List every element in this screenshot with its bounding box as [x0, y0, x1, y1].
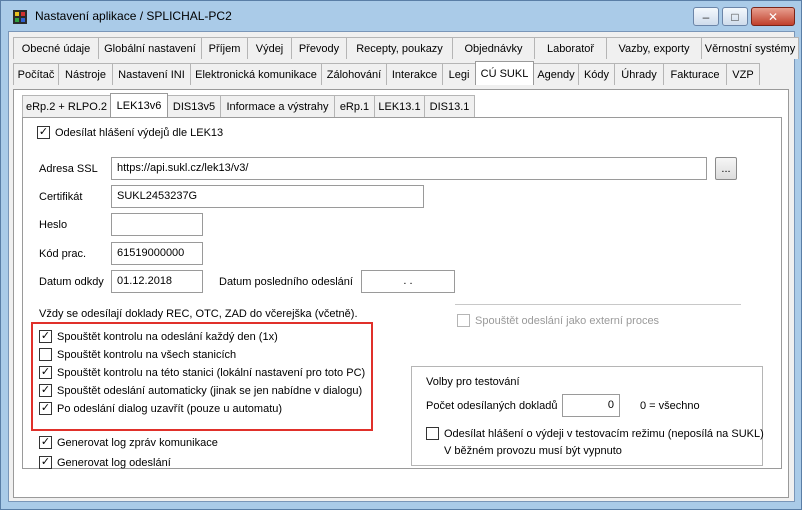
close-dialog-row[interactable]: ✓ Po odeslání dialog uzavřít (pouze u au… [39, 402, 282, 415]
test-mode-row[interactable]: Odesílat hlášení o výdeji v testovacím r… [426, 427, 764, 440]
auto-send-row[interactable]: ✓ Spouštět odeslání automaticky (jinak s… [39, 384, 362, 397]
certificate-label: Certifikát [39, 191, 83, 203]
tab-prijem[interactable]: Příjem [201, 37, 248, 59]
comm-log-checkbox[interactable]: ✓ [39, 436, 52, 449]
tab-row-1: Obecné údaje Globální nastavení Příjem V… [13, 37, 799, 59]
send-reports-label: Odesílat hlášení výdejů dle LEK13 [55, 126, 224, 139]
check-this-station-row[interactable]: ✓ Spouštět kontrolu na této stanici (lok… [39, 366, 365, 379]
test-mode-note: V běžném provozu musí být vypnuto [444, 445, 622, 457]
doc-count-hint: 0 = všechno [640, 400, 700, 412]
cu-sukl-panel: eRp.2 + RLPO.2 LEK13v6 DIS13v5 Informace… [13, 89, 789, 498]
workplace-code-label: Kód prac. [39, 248, 87, 260]
tab-legi[interactable]: Legi [442, 63, 476, 85]
tab-recepty-poukazy[interactable]: Recepty, poukazy [346, 37, 453, 59]
tab-pocitac[interactable]: Počítač [13, 63, 59, 85]
app-icon [13, 10, 27, 24]
tab-agendy[interactable]: Agendy [533, 63, 579, 85]
tab-nastroje[interactable]: Nástroje [58, 63, 113, 85]
doc-count-label: Počet odesílaných dokladů [426, 400, 558, 412]
tab-erp2-rlpo2[interactable]: eRp.2 + RLPO.2 [22, 95, 111, 117]
send-reports-checkbox[interactable]: ✓ [37, 126, 50, 139]
tab-vzp[interactable]: VZP [726, 63, 760, 85]
tab-objednavky[interactable]: Objednávky [452, 37, 535, 59]
tab-zalohovani[interactable]: Zálohování [321, 63, 387, 85]
workplace-code-field[interactable]: 61519000000 [111, 242, 203, 265]
minimize-icon: ‒ [702, 9, 710, 24]
test-mode-label: Odesílat hlášení o výdeji v testovacím r… [444, 427, 764, 440]
tab-erp1[interactable]: eRp.1 [334, 95, 375, 117]
tab-prevody[interactable]: Převody [291, 37, 347, 59]
check-this-station-label: Spouštět kontrolu na této stanici (lokál… [57, 366, 366, 379]
date-from-label: Datum odkdy [39, 276, 104, 288]
send-log-checkbox[interactable]: ✓ [39, 456, 52, 469]
separator [455, 304, 741, 305]
send-log-label: Generovat log odeslání [57, 456, 171, 469]
minimize-button[interactable]: ‒ [693, 7, 719, 26]
browse-button[interactable]: ... [715, 157, 737, 180]
send-reports-row[interactable]: ✓ Odesílat hlášení výdejů dle LEK13 [37, 126, 223, 139]
tab-dis13-1[interactable]: DIS13.1 [424, 95, 475, 117]
tab-globalni-nastaveni[interactable]: Globální nastavení [98, 37, 202, 59]
check-daily-row[interactable]: ✓ Spouštět kontrolu na odeslání každý de… [39, 330, 278, 343]
check-daily-label: Spouštět kontrolu na odeslání každý den … [57, 330, 278, 343]
close-dialog-checkbox[interactable]: ✓ [39, 402, 52, 415]
tab-cu-sukl[interactable]: CÚ SUKL [475, 61, 534, 85]
tab-uhrady[interactable]: Úhrady [614, 63, 664, 85]
ssl-label: Adresa SSL [39, 163, 98, 175]
tab-dis13v5[interactable]: DIS13v5 [167, 95, 221, 117]
send-log-row[interactable]: ✓ Generovat log odeslání [39, 456, 171, 469]
lek13v6-panel: ✓ Odesílat hlášení výdejů dle LEK13 Adre… [22, 117, 782, 469]
dialog-client-area: Obecné údaje Globální nastavení Příjem V… [8, 31, 799, 502]
auto-send-checkbox[interactable]: ✓ [39, 384, 52, 397]
password-label: Heslo [39, 219, 68, 231]
maximize-button[interactable]: □ [722, 7, 748, 26]
tab-elektronicka-komunikace[interactable]: Elektronická komunikace [190, 63, 322, 85]
close-dialog-label: Po odeslání dialog uzavřít (pouze u auto… [57, 402, 283, 415]
tab-lek13v6[interactable]: LEK13v6 [110, 93, 168, 117]
auto-send-label: Spouštět odeslání automaticky (jinak se … [57, 384, 363, 397]
send-note: Vždy se odesílají doklady REC, OTC, ZAD … [39, 308, 358, 320]
comm-log-label: Generovat log zpráv komunikace [57, 436, 218, 449]
testing-title: Volby pro testování [426, 376, 520, 388]
check-all-stations-checkbox[interactable] [39, 348, 52, 361]
date-from-field[interactable]: 01.12.2018 [111, 270, 203, 293]
external-process-checkbox[interactable] [457, 314, 470, 327]
window-title: Nastavení aplikace / SPLICHAL-PC2 [35, 9, 232, 23]
check-all-stations-row[interactable]: Spouštět kontrolu na všech stanicích [39, 348, 236, 361]
comm-log-row[interactable]: ✓ Generovat log zpráv komunikace [39, 436, 218, 449]
tab-fakturace[interactable]: Fakturace [663, 63, 727, 85]
tab-kody[interactable]: Kódy [578, 63, 615, 85]
tab-lek13-1[interactable]: LEK13.1 [374, 95, 425, 117]
close-button[interactable]: ✕ [751, 7, 795, 26]
check-all-stations-label: Spouštět kontrolu na všech stanicích [57, 348, 237, 361]
testing-group: Volby pro testování Počet odesílaných do… [411, 366, 764, 466]
test-mode-checkbox[interactable] [426, 427, 439, 440]
tab-laborator[interactable]: Laboratoř [534, 37, 607, 59]
tab-row-2: Počítač Nástroje Nastavení INI Elektroni… [13, 61, 760, 85]
tab-informace-vystrahy[interactable]: Informace a výstrahy [220, 95, 335, 117]
doc-count-field[interactable]: 0 [562, 394, 620, 417]
ssl-address-field[interactable]: https://api.sukl.cz/lek13/v3/ [111, 157, 707, 180]
title-bar: Nastavení aplikace / SPLICHAL-PC2 ‒ □ ✕ [1, 1, 801, 31]
tab-obecne-udaje[interactable]: Obecné údaje [13, 37, 99, 59]
maximize-icon: □ [731, 9, 739, 24]
certificate-field[interactable]: SUKL2453237G [111, 185, 424, 208]
last-sent-field[interactable]: . . [361, 270, 455, 293]
check-this-station-checkbox[interactable]: ✓ [39, 366, 52, 379]
tab-vazby-exporty[interactable]: Vazby, exporty [606, 37, 702, 59]
check-daily-checkbox[interactable]: ✓ [39, 330, 52, 343]
settings-window: Nastavení aplikace / SPLICHAL-PC2 ‒ □ ✕ … [0, 0, 802, 510]
tab-interakce[interactable]: Interakce [386, 63, 443, 85]
external-process-label: Spouštět odeslání jako externí proces [475, 314, 660, 327]
password-field[interactable] [111, 213, 203, 236]
external-process-row[interactable]: Spouštět odeslání jako externí proces [457, 314, 659, 327]
tab-vydej[interactable]: Výdej [247, 37, 292, 59]
tab-vernostni-systemy[interactable]: Věrnostní systémy [701, 37, 799, 59]
tab-row-3: eRp.2 + RLPO.2 LEK13v6 DIS13v5 Informace… [22, 93, 475, 117]
tab-nastaveni-ini[interactable]: Nastavení INI [112, 63, 191, 85]
last-sent-label: Datum posledního odeslání [219, 276, 353, 288]
close-icon: ✕ [767, 9, 779, 24]
